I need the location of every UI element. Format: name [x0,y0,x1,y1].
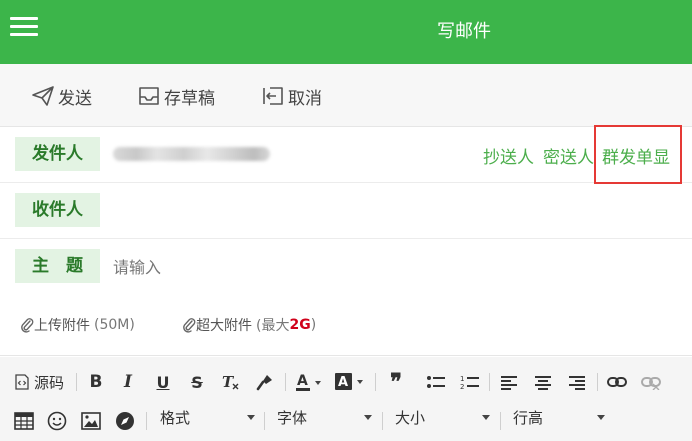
cancel-button[interactable]: 取消 [262,84,322,109]
exit-arrow-icon [263,87,283,105]
underline-icon[interactable]: U [155,369,171,395]
toolbar-divider [285,373,286,391]
toolbar-divider [382,412,383,430]
table-icon[interactable] [14,408,34,434]
subject-label: 主 题 [15,249,100,283]
font-color-icon[interactable]: A [296,369,326,395]
svg-text:A: A [338,375,348,390]
paperclip-icon [21,318,34,333]
image-icon[interactable] [81,408,101,434]
svg-text:1: 1 [460,375,464,383]
compass-icon[interactable] [115,408,135,434]
send-label: 发送 [58,88,92,109]
caret-down-icon [364,415,372,420]
large-attachment-button[interactable]: 超大附件 (最大 2G ) [182,315,316,335]
link-icon[interactable] [607,369,627,395]
clear-format-icon[interactable]: T [221,369,241,395]
large-attachment-label: 超大附件 [196,318,252,334]
line-height-dropdown-label: 行高 [513,408,544,427]
toolbar-divider [76,373,77,391]
caret-down-icon [247,415,255,420]
highlight-box [594,125,682,184]
paperclip-icon [183,318,196,333]
source-code-button[interactable]: 源码 [14,369,64,395]
large-limit-prefix: (最大 [256,318,290,334]
font-family-dropdown[interactable]: 字体 [277,404,372,430]
save-draft-button[interactable]: 存草稿 [138,84,215,109]
toolbar-divider [375,373,376,391]
cancel-label: 取消 [288,88,322,109]
font-family-dropdown-label: 字体 [277,408,308,427]
inbox-tray-icon [139,87,159,105]
line-height-dropdown[interactable]: 行高 [513,404,605,430]
unordered-list-icon[interactable] [426,369,446,395]
subject-input[interactable] [113,253,673,281]
source-code-label: 源码 [34,373,65,392]
caret-down-icon [597,415,605,420]
large-limit-suffix: ) [310,317,317,333]
save-draft-label: 存草稿 [164,88,215,109]
sender-label: 发件人 [15,137,100,171]
align-center-icon[interactable] [534,369,552,395]
recipient-input[interactable] [113,195,673,227]
sender-address-redacted[interactable] [113,147,270,161]
sender-row: 发件人 抄送人 密送人 群发单显 [0,127,692,183]
format-dropdown[interactable]: 格式 [160,404,255,430]
header-bar: 写邮件 [0,0,692,64]
upload-limit: (50M) [94,317,135,333]
toolbar-divider [264,412,265,430]
blockquote-icon[interactable]: ❞ [386,369,406,395]
format-painter-icon[interactable] [255,369,275,395]
upload-attachment-button[interactable]: 上传附件 (50M) [20,315,135,335]
emoji-icon[interactable] [47,408,67,434]
bcc-link[interactable]: 密送人 [543,143,594,168]
attachment-row: 上传附件 (50M) 超大附件 (最大 2G ) [0,294,692,356]
toolbar-divider [489,373,490,391]
strikethrough-icon[interactable]: S [189,369,205,395]
caret-down-icon [482,415,490,420]
source-code-icon [15,374,29,390]
send-button[interactable]: 发送 [32,84,92,109]
page-title: 写邮件 [437,21,491,42]
toolbar-divider [597,373,598,391]
svg-text:2: 2 [460,383,464,391]
italic-icon[interactable]: I [120,369,136,395]
toolbar-divider [146,412,147,430]
toolbar-divider [500,412,501,430]
font-size-dropdown-label: 大小 [395,408,426,427]
align-left-icon[interactable] [500,369,518,395]
paper-plane-icon [32,86,54,106]
ordered-list-icon[interactable]: 12 [460,369,480,395]
unlink-icon[interactable] [641,369,661,395]
font-size-dropdown[interactable]: 大小 [395,404,490,430]
format-dropdown-label: 格式 [160,408,191,427]
recipient-label: 收件人 [15,193,100,227]
recipient-row: 收件人 [0,183,692,239]
bold-icon[interactable]: B [88,369,104,395]
svg-text:A: A [297,373,308,389]
large-limit-value: 2G [289,317,311,333]
cc-link[interactable]: 抄送人 [483,143,534,168]
upload-attachment-label: 上传附件 [34,318,90,334]
subject-row: 主 题 [0,239,692,295]
align-right-icon[interactable] [568,369,586,395]
background-color-icon[interactable]: A [335,369,367,395]
action-toolbar: 发送 存草稿 取消 [0,64,692,127]
